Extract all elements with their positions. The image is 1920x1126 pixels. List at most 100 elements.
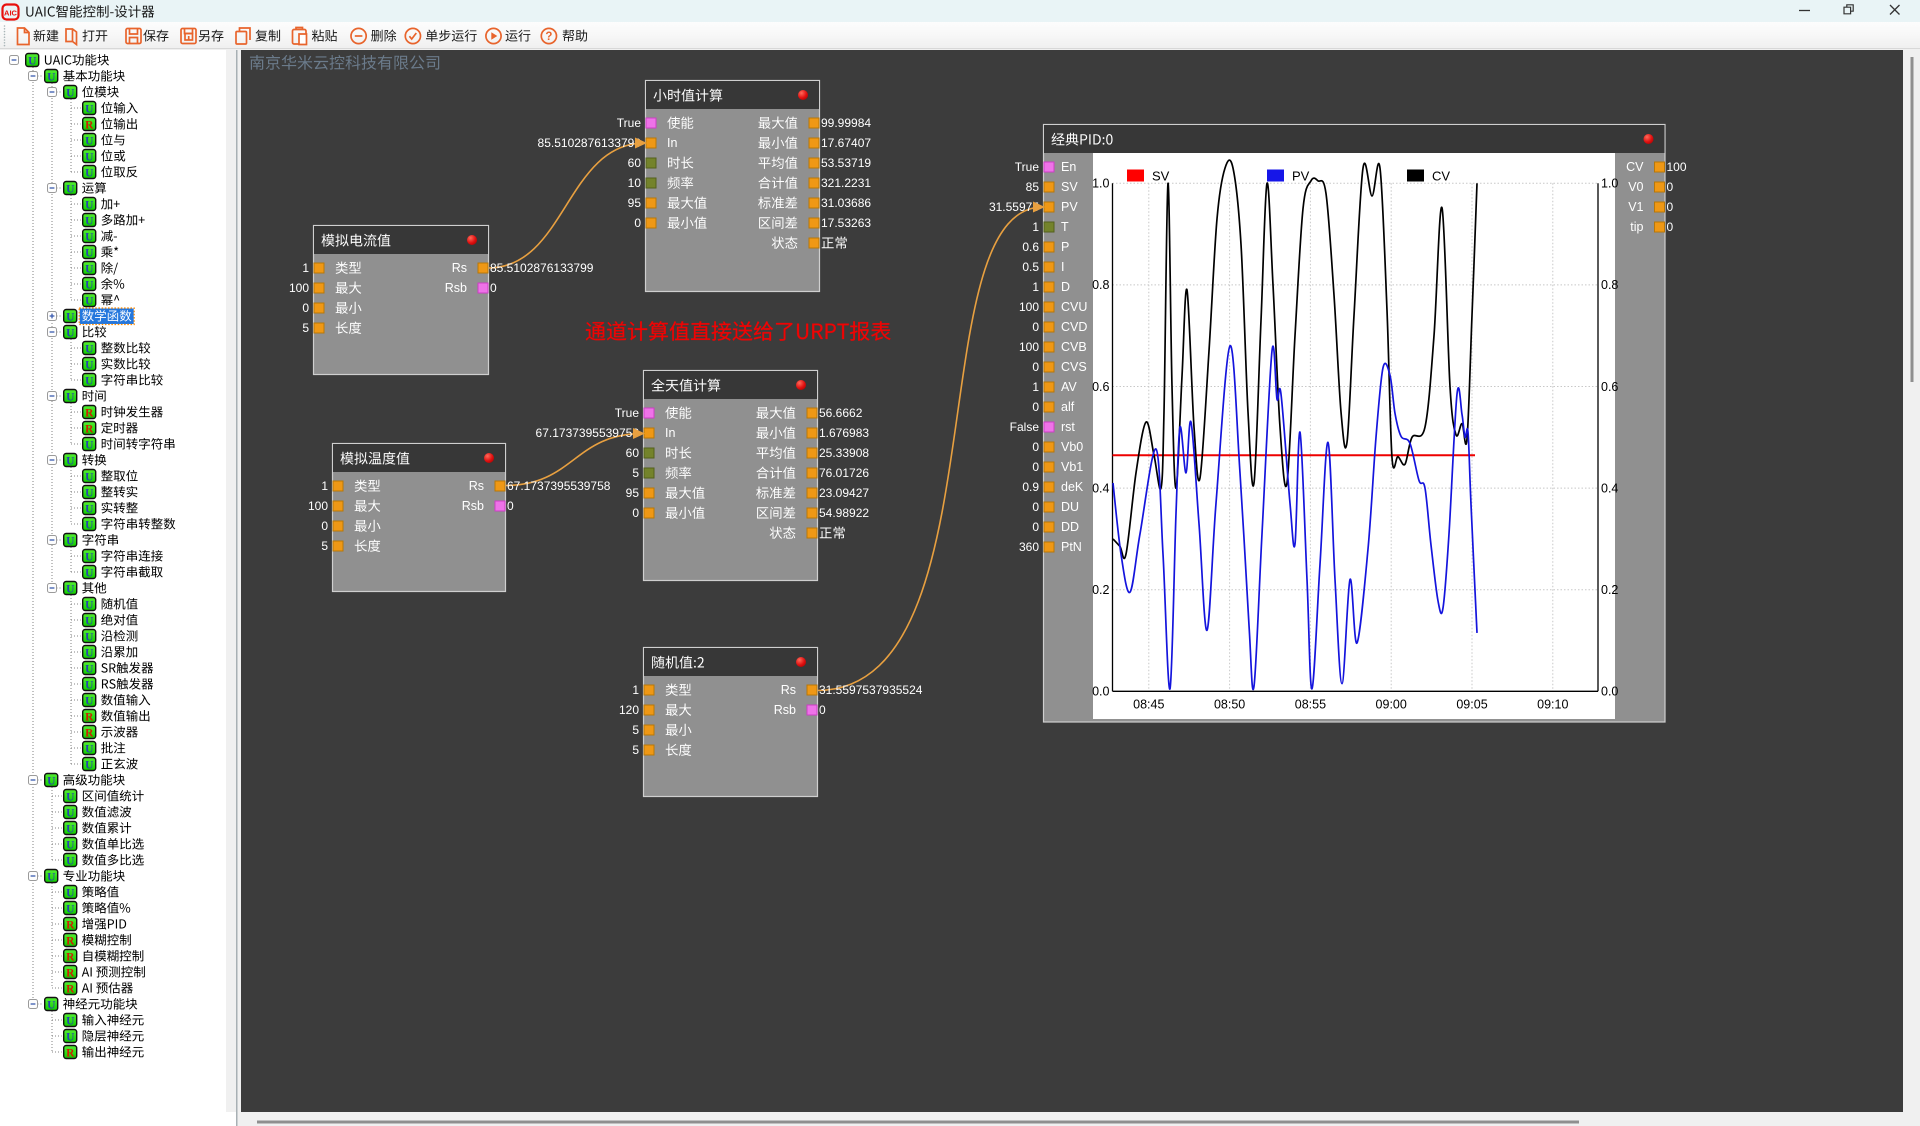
svg-text:V0: V0 bbox=[1628, 180, 1643, 194]
svg-text:17.67407: 17.67407 bbox=[821, 136, 871, 150]
svg-text:U: U bbox=[85, 263, 94, 275]
svg-text:R: R bbox=[85, 727, 94, 739]
svg-text:67.1737395539758: 67.1737395539758 bbox=[507, 479, 611, 493]
svg-text:95: 95 bbox=[626, 486, 640, 500]
svg-text:D: D bbox=[1061, 280, 1070, 294]
svg-text:360: 360 bbox=[1019, 540, 1039, 554]
svg-text:I: I bbox=[1061, 260, 1064, 274]
svg-text:1.0: 1.0 bbox=[1601, 177, 1618, 191]
svg-text:True: True bbox=[615, 406, 640, 420]
svg-text:R: R bbox=[85, 423, 94, 435]
svg-text:54.98922: 54.98922 bbox=[819, 506, 869, 520]
svg-text:U: U bbox=[85, 167, 94, 179]
svg-text:U: U bbox=[85, 199, 94, 211]
svg-text:09:00: 09:00 bbox=[1376, 698, 1407, 712]
svg-text:56.6662: 56.6662 bbox=[819, 406, 863, 420]
svg-text:In: In bbox=[665, 426, 675, 440]
svg-text:DU: DU bbox=[1061, 500, 1079, 514]
svg-text:U: U bbox=[47, 71, 56, 83]
svg-text:deK: deK bbox=[1061, 480, 1084, 494]
svg-text:R: R bbox=[66, 967, 75, 979]
svg-text:tip: tip bbox=[1630, 220, 1643, 234]
svg-text:U: U bbox=[85, 151, 94, 163]
svg-text:U: U bbox=[85, 551, 94, 563]
svg-text:U: U bbox=[66, 583, 75, 595]
svg-text:08:55: 08:55 bbox=[1295, 698, 1326, 712]
svg-text:Rsb: Rsb bbox=[462, 499, 484, 513]
svg-text:1.0: 1.0 bbox=[1092, 177, 1109, 191]
svg-text:U: U bbox=[28, 55, 37, 67]
svg-text:U: U bbox=[66, 823, 75, 835]
svg-text:1: 1 bbox=[1032, 280, 1039, 294]
svg-text:U: U bbox=[66, 807, 75, 819]
svg-text:AIC: AIC bbox=[4, 9, 18, 18]
svg-text:U: U bbox=[85, 519, 94, 531]
svg-text:PV: PV bbox=[1061, 200, 1078, 214]
svg-text:53.53719: 53.53719 bbox=[821, 156, 871, 170]
svg-text:CV: CV bbox=[1626, 160, 1644, 174]
svg-text:rst: rst bbox=[1061, 420, 1075, 434]
svg-text:0.9: 0.9 bbox=[1022, 480, 1039, 494]
svg-text:U: U bbox=[47, 775, 56, 787]
svg-text:0: 0 bbox=[1032, 500, 1039, 514]
svg-text:U: U bbox=[85, 439, 94, 451]
svg-text:R: R bbox=[66, 1047, 75, 1059]
svg-text:CVB: CVB bbox=[1061, 340, 1087, 354]
svg-text:67.1737395539758: 67.1737395539758 bbox=[536, 426, 640, 440]
svg-text:0: 0 bbox=[490, 281, 497, 295]
svg-text:U: U bbox=[66, 535, 75, 547]
svg-text:U: U bbox=[85, 231, 94, 243]
svg-text:0.6: 0.6 bbox=[1601, 380, 1618, 394]
svg-text:R: R bbox=[66, 951, 75, 963]
svg-text:R: R bbox=[66, 983, 75, 995]
svg-text:23.09427: 23.09427 bbox=[819, 486, 869, 500]
svg-text:True: True bbox=[1015, 160, 1040, 174]
svg-text:U: U bbox=[66, 391, 75, 403]
svg-text:1: 1 bbox=[1032, 380, 1039, 394]
svg-text:0: 0 bbox=[1032, 400, 1039, 414]
svg-text:U: U bbox=[66, 903, 75, 915]
svg-text:T: T bbox=[1061, 220, 1069, 234]
svg-text:0.6: 0.6 bbox=[1092, 380, 1109, 394]
svg-text:1: 1 bbox=[1032, 220, 1039, 234]
svg-text:1: 1 bbox=[321, 479, 328, 493]
svg-text:U: U bbox=[85, 215, 94, 227]
svg-text:U: U bbox=[85, 679, 94, 691]
svg-text:U: U bbox=[85, 375, 94, 387]
svg-text:0.4: 0.4 bbox=[1092, 481, 1109, 495]
svg-text:U: U bbox=[66, 887, 75, 899]
svg-text:?: ? bbox=[545, 31, 552, 43]
svg-text:U: U bbox=[66, 1015, 75, 1027]
svg-text:0.2: 0.2 bbox=[1601, 583, 1618, 597]
svg-text:U: U bbox=[85, 279, 94, 291]
svg-text:Rs: Rs bbox=[469, 479, 484, 493]
svg-text:0: 0 bbox=[1667, 200, 1674, 214]
svg-text:U: U bbox=[66, 455, 75, 467]
svg-text:DD: DD bbox=[1061, 520, 1079, 534]
svg-text:U: U bbox=[85, 343, 94, 355]
svg-text:08:45: 08:45 bbox=[1133, 698, 1164, 712]
svg-text:5: 5 bbox=[632, 723, 639, 737]
svg-text:100: 100 bbox=[1019, 340, 1039, 354]
svg-text:V1: V1 bbox=[1628, 200, 1643, 214]
svg-text:95: 95 bbox=[628, 196, 642, 210]
svg-text:60: 60 bbox=[626, 446, 640, 460]
svg-text:U: U bbox=[66, 87, 75, 99]
svg-text:U: U bbox=[66, 183, 75, 195]
svg-text:76.01726: 76.01726 bbox=[819, 466, 869, 480]
svg-text:U: U bbox=[66, 791, 75, 803]
svg-text:U: U bbox=[85, 599, 94, 611]
svg-text:100: 100 bbox=[1019, 300, 1039, 314]
svg-text:10: 10 bbox=[628, 176, 642, 190]
svg-text:U: U bbox=[85, 663, 94, 675]
svg-text:31.03686: 31.03686 bbox=[821, 196, 871, 210]
svg-text:09:10: 09:10 bbox=[1537, 698, 1568, 712]
svg-text:0: 0 bbox=[507, 499, 514, 513]
svg-text:31.55975: 31.55975 bbox=[989, 200, 1039, 214]
svg-text:R: R bbox=[85, 407, 94, 419]
svg-text:0: 0 bbox=[1032, 360, 1039, 374]
svg-text:120: 120 bbox=[619, 703, 639, 717]
svg-text:1: 1 bbox=[632, 683, 639, 697]
svg-text:U: U bbox=[66, 327, 75, 339]
svg-text:PV: PV bbox=[1292, 169, 1310, 184]
